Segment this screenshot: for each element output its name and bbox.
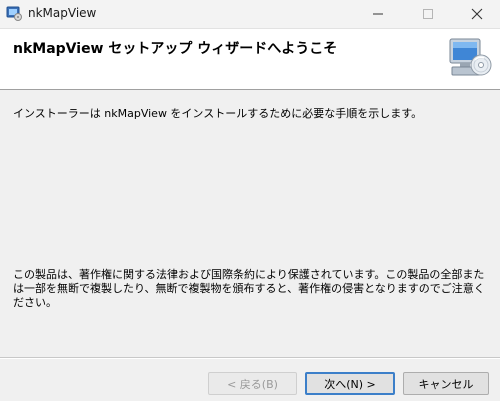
computer-cd-icon bbox=[449, 38, 492, 76]
installer-app-icon bbox=[6, 6, 22, 21]
maximize-button[interactable] bbox=[405, 0, 451, 28]
copyright-notice: この製品は、著作権に関する法律および国際条約により保護されています。この製品の全… bbox=[13, 268, 485, 309]
cancel-button[interactable]: キャンセル bbox=[403, 372, 489, 395]
back-button[interactable]: < 戻る(B) bbox=[208, 372, 297, 395]
next-button[interactable]: 次へ(N) > bbox=[305, 372, 395, 395]
minimize-icon bbox=[373, 13, 383, 15]
window-title: nkMapView bbox=[28, 6, 97, 20]
wizard-title: nkMapView セットアップ ウィザードへようこそ bbox=[13, 41, 338, 57]
maximize-icon bbox=[423, 9, 433, 19]
wizard-header: nkMapView セットアップ ウィザードへようこそ bbox=[0, 29, 500, 90]
title-bar: nkMapView bbox=[0, 0, 500, 29]
intro-text: インストーラーは nkMapView をインストールするために必要な手順を示しま… bbox=[13, 107, 423, 120]
minimize-button[interactable] bbox=[355, 0, 401, 28]
close-button[interactable] bbox=[454, 0, 500, 28]
close-icon bbox=[471, 8, 483, 20]
footer-divider bbox=[0, 357, 500, 359]
